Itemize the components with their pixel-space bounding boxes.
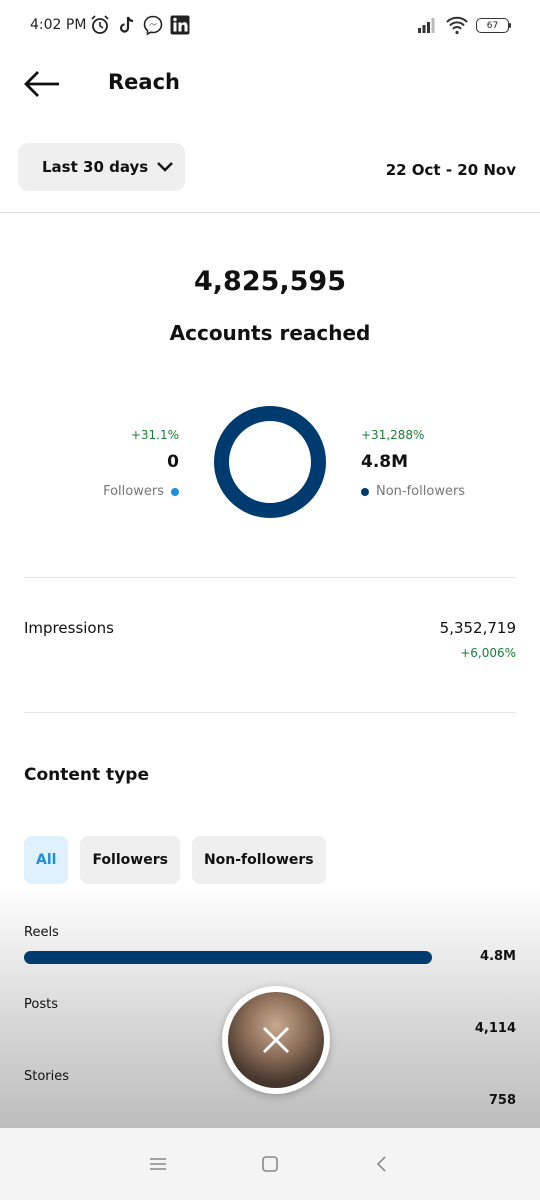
content-type-tabs: All Followers Non-followers [24,836,326,884]
reels-bar [24,951,432,964]
reels-label: Reels [24,925,59,940]
reels-bar-fill [24,951,432,964]
home-square-icon[interactable] [258,1152,282,1176]
posts-label: Posts [24,997,58,1012]
posts-value: 4,114 [474,1021,516,1036]
signal-icon [418,18,435,33]
date-range-selector-label: Last 30 days [42,158,149,176]
content-type-title: Content type [24,765,149,785]
menu-icon[interactable] [146,1152,170,1176]
system-nav-bar [0,1128,540,1200]
donut-non-followers-arc [214,406,326,518]
impressions-value: 5,352,719 [439,619,516,637]
tab-followers[interactable]: Followers [80,836,180,884]
non-followers-legend-label: Non-followers [376,484,466,499]
reels-value: 4.8M [480,949,516,964]
alarm-icon [91,15,109,34]
followers-legend-label: Followers [103,484,164,499]
tab-non-followers[interactable]: Non-followers [191,836,326,884]
floating-close-button[interactable] [222,986,330,1094]
battery-icon: 67 [476,14,512,36]
back-button[interactable] [22,66,62,102]
divider [24,577,516,578]
status-time: 4:02 PM [30,17,87,33]
non-followers-value: 4.8M [361,452,409,472]
non-followers-change: +31,288% [361,428,425,442]
chevron-down-icon [157,162,174,172]
followers-change: +31.1% [130,428,179,442]
tiktok-icon [119,16,134,33]
wifi-icon [446,16,468,35]
battery-level: 67 [486,20,499,31]
non-followers-legend-dot [361,487,369,496]
date-range-selector[interactable]: Last 30 days [18,143,185,191]
back-arrow-icon [24,71,59,97]
stories-value: 758 [488,1093,516,1108]
tab-all[interactable]: All [24,836,69,884]
back-chevron-icon[interactable] [370,1152,394,1176]
followers-legend: Followers [103,484,179,499]
divider [0,212,540,213]
date-range-row: Last 30 days 22 Oct - 20 Nov [0,140,540,200]
page-title: Reach [108,70,180,94]
linkedin-icon [170,15,190,35]
non-followers-legend: Non-followers [361,484,465,499]
messenger-icon [143,15,163,36]
stories-label: Stories [24,1069,70,1084]
reach-donut-chart [214,406,326,518]
accounts-reached-label: Accounts reached [169,321,371,345]
divider [24,712,516,713]
accounts-reached-value: 4,825,595 [193,266,347,297]
date-range-text: 22 Oct - 20 Nov [385,161,516,179]
followers-value: 0 [167,452,179,472]
impressions-label: Impressions [24,619,114,637]
header: Reach [0,52,540,116]
followers-legend-dot [171,487,179,496]
status-bar: 4:02 PM 67 [0,0,540,52]
close-icon [262,1026,290,1054]
impressions-change: +6,006% [460,646,516,660]
